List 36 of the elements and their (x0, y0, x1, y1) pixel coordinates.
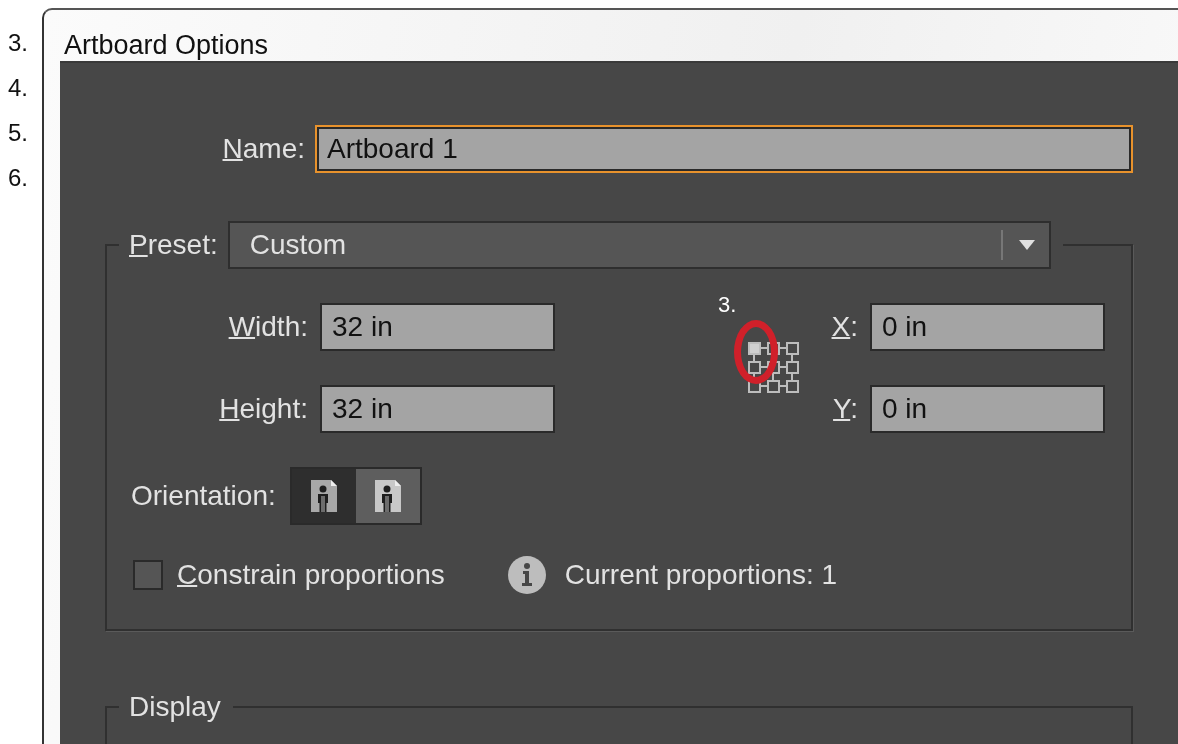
reference-point[interactable] (786, 361, 799, 374)
orientation-button[interactable] (291, 469, 356, 523)
caret-icon (1018, 240, 1035, 250)
info-icon (506, 555, 547, 595)
position-label: X: (830, 311, 858, 343)
reference-point[interactable] (748, 361, 761, 374)
position-field[interactable]: 0 in (870, 385, 1105, 433)
reference-point[interactable] (786, 342, 799, 355)
name-label: Name: (221, 133, 305, 165)
preset-label: Preset: (129, 229, 218, 261)
person-page-icon (309, 479, 338, 513)
name-field[interactable]: Artboard 1 (315, 125, 1133, 173)
position-field[interactable]: 0 in (870, 303, 1105, 351)
dimension-label: Height: (218, 393, 308, 425)
dimension-label: Width: (227, 311, 308, 343)
checkbox[interactable] (133, 560, 163, 590)
step-number: 6. (7, 163, 29, 193)
step-number: 4. (7, 73, 29, 103)
reference-point[interactable] (767, 380, 780, 393)
window-title: Artboard Options (64, 30, 269, 61)
preset-dropdown[interactable]: Custom (227, 221, 1051, 269)
proportions-text: Current proportions: 1 (564, 559, 838, 591)
display-label: Display (129, 691, 221, 722)
reference-point[interactable] (786, 380, 799, 393)
person-page-icon (373, 479, 402, 513)
step-number: 5. (7, 118, 29, 148)
position-label: Y: (832, 393, 858, 425)
orientation-button[interactable] (355, 469, 420, 523)
callout-number: 3. (718, 292, 737, 318)
orientation-label: Orientation: (131, 480, 276, 512)
constrain-label: Constrain proportions (177, 559, 445, 591)
callout-circle (734, 320, 778, 384)
reference-point[interactable] (748, 380, 761, 393)
dimension-field[interactable]: 32 in (320, 385, 555, 433)
dimension-field[interactable]: 32 in (320, 303, 555, 351)
step-number: 3. (7, 28, 29, 58)
